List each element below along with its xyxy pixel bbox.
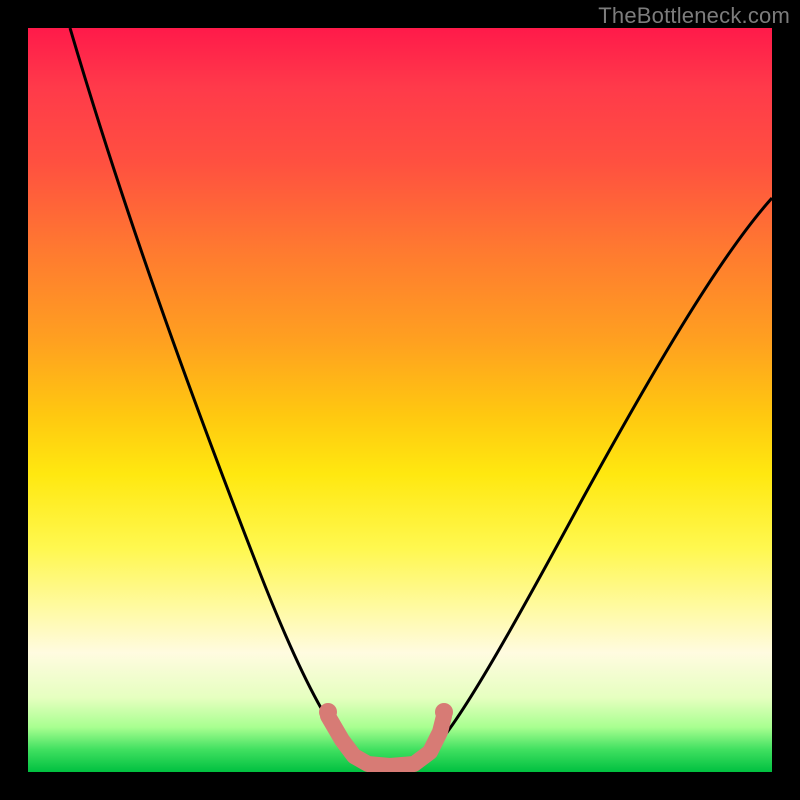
- watermark-text: TheBottleneck.com: [598, 3, 790, 29]
- highlight-path: [328, 716, 444, 766]
- chart-frame: TheBottleneck.com: [0, 0, 800, 800]
- bottleneck-curve: [28, 28, 772, 772]
- highlight-dot-start: [319, 703, 337, 721]
- curve-path: [70, 28, 772, 766]
- highlight-dot-end: [435, 703, 453, 721]
- plot-area: [28, 28, 772, 772]
